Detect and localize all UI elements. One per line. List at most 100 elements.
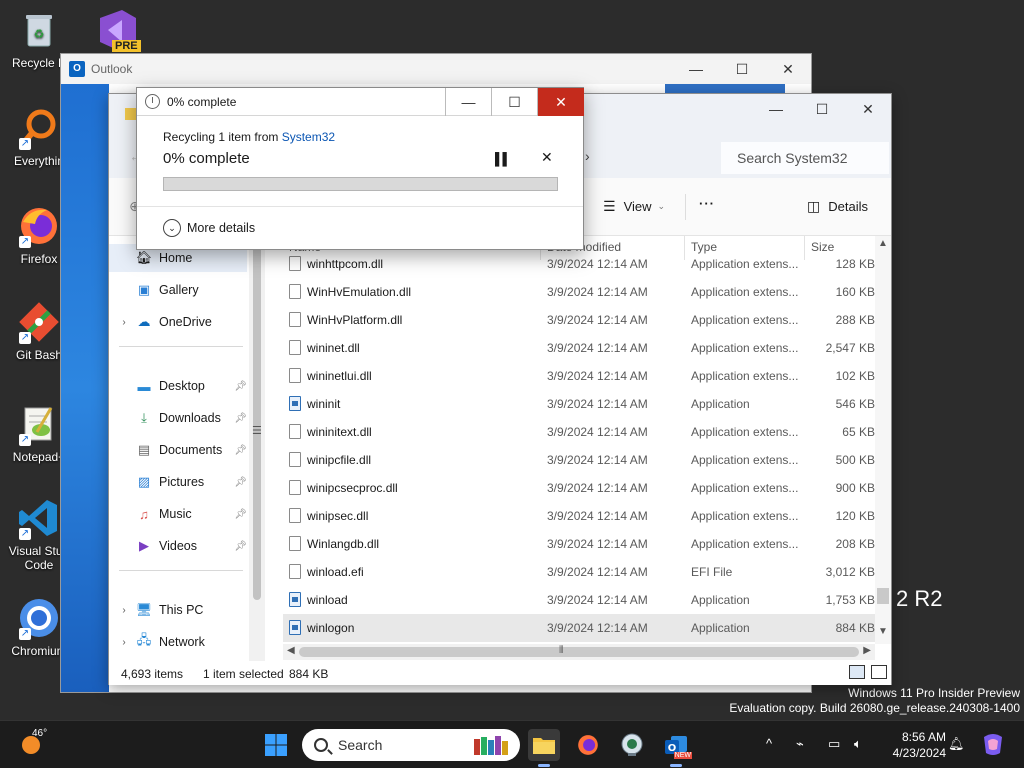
pin-icon[interactable]: 📌︎: [234, 509, 247, 520]
nav-item-music[interactable]: ♫ Music 📌︎: [109, 500, 247, 528]
taskbar-file-explorer[interactable]: [528, 729, 560, 767]
tiles-view-toggle[interactable]: [871, 665, 887, 679]
pin-icon[interactable]: 📌︎: [234, 445, 247, 456]
scroll-up-icon[interactable]: ▲: [878, 238, 888, 249]
taskbar-clock[interactable]: 8:56 AM 4/23/2024: [880, 729, 946, 761]
scroll-right-icon[interactable]: ▶: [863, 645, 871, 656]
pause-button[interactable]: ▌▌: [495, 152, 511, 166]
weather-widget[interactable]: 46°: [20, 728, 47, 756]
copilot-preview-icon[interactable]: [980, 733, 1006, 757]
table-row[interactable]: WinHvPlatform.dll 3/9/2024 12:14 AM Applic…: [283, 306, 875, 334]
outlook-maximize-button[interactable]: ☐: [719, 54, 765, 84]
outlook-close-button[interactable]: ✕: [765, 54, 811, 84]
notification-bell-icon[interactable]: 🔔︎: [948, 736, 965, 752]
file-list-vertical-scrollbar[interactable]: ▲ ▼: [875, 236, 891, 644]
taskbar-outlook[interactable]: O NEW: [660, 729, 692, 767]
table-row[interactable]: winipcfile.dll 3/9/2024 12:14 AM Applicati…: [283, 446, 875, 474]
nav-scrollbar[interactable]: ☰: [249, 236, 265, 661]
recycle-progress-dialog[interactable]: 0% complete — ☐ ✕ Recycling 1 item from …: [136, 87, 584, 250]
more-details-label: More details: [187, 221, 256, 235]
file-type: Application extens...: [691, 257, 799, 271]
explorer-close-button[interactable]: ✕: [845, 94, 891, 124]
vertical-scrollbar-thumb[interactable]: [877, 588, 889, 604]
more-options-button[interactable]: ···: [699, 196, 715, 211]
menu-lines-icon: ☰: [252, 425, 262, 437]
view-button[interactable]: ☰ View ⌄: [603, 198, 665, 215]
table-row[interactable]: Winlangdb.dll 3/9/2024 12:14 AM Applicatio…: [283, 530, 875, 558]
details-pane-button[interactable]: ◫ Details: [807, 198, 868, 215]
breadcrumb-chevron-icon[interactable]: ›: [585, 148, 590, 164]
pictures-icon: ▨: [137, 474, 151, 489]
taskbar-firefox[interactable]: [572, 729, 604, 761]
show-hidden-icons-chevron[interactable]: ^: [766, 736, 772, 751]
nav-item-videos[interactable]: ▶ Videos 📌︎: [109, 532, 247, 560]
search-input[interactable]: Search System32: [721, 142, 889, 174]
nav-item-documents[interactable]: ▤ Documents 📌︎: [109, 436, 247, 464]
expand-chevron-icon[interactable]: ›: [117, 637, 131, 648]
table-row[interactable]: winload 3/9/2024 12:14 AM Application 1,753…: [283, 586, 875, 614]
table-row[interactable]: winhttpcom.dll 3/9/2024 12:14 AM Applicati…: [283, 250, 875, 278]
network-disconnected-icon[interactable]: ⌁: [796, 736, 804, 752]
expand-chevron-icon[interactable]: ›: [117, 605, 131, 616]
table-row[interactable]: winipcsecproc.dll 3/9/2024 12:14 AM Applic…: [283, 474, 875, 502]
scroll-down-icon[interactable]: ▼: [878, 626, 888, 637]
music-icon: ♫: [139, 506, 149, 522]
source-folder-link[interactable]: System32: [282, 130, 335, 144]
application-file-icon: [289, 592, 301, 607]
expand-chevron-icon[interactable]: ›: [117, 317, 131, 328]
more-details-button[interactable]: ⌄ More details: [163, 219, 255, 237]
pin-icon[interactable]: 📌︎: [234, 541, 247, 552]
file-size: 1,753 KB: [825, 593, 875, 607]
explorer-maximize-button[interactable]: ☐: [799, 94, 845, 124]
progress-clock-icon: [145, 94, 160, 109]
taskbar-webcam-app[interactable]: [616, 729, 648, 761]
file-date: 3/9/2024 12:14 AM: [547, 453, 648, 467]
outlook-titlebar[interactable]: O Outlook — ☐ ✕: [61, 54, 811, 84]
table-row[interactable]: wininit 3/9/2024 12:14 AM Application 546 K…: [283, 390, 875, 418]
horizontal-scrollbar-thumb[interactable]: [299, 647, 859, 657]
outlook-title: Outlook: [91, 62, 133, 76]
nav-item-gallery[interactable]: ▣ Gallery: [109, 276, 247, 304]
file-date: 3/9/2024 12:14 AM: [547, 537, 648, 551]
dialog-minimize-button[interactable]: —: [446, 88, 492, 116]
nav-item-this-pc[interactable]: › 🖥︎ This PC: [109, 596, 247, 624]
table-row[interactable]: WinHvEmulation.dll 3/9/2024 12:14 AM Appli…: [283, 278, 875, 306]
details-view-toggle[interactable]: [849, 665, 865, 679]
pin-icon[interactable]: 📌︎: [234, 413, 247, 424]
outlook-minimize-button[interactable]: —: [673, 54, 719, 84]
table-row[interactable]: wininetlui.dll 3/9/2024 12:14 AM Applicati…: [283, 362, 875, 390]
pin-icon[interactable]: 📌︎: [234, 477, 247, 488]
shortcut-arrow-icon: ↗: [19, 528, 31, 540]
table-row[interactable]: winlogon 3/9/2024 12:14 AM Application 884 …: [283, 614, 875, 642]
table-row[interactable]: wininet.dll 3/9/2024 12:14 AM Application …: [283, 334, 875, 362]
display-icon[interactable]: ▭: [828, 736, 840, 752]
file-name: wininet.dll: [307, 341, 360, 355]
dialog-close-button[interactable]: ✕: [538, 88, 584, 116]
search-icon: [314, 738, 328, 752]
file-type: Application: [691, 593, 750, 607]
cancel-operation-button[interactable]: ✕: [541, 149, 553, 166]
preview-badge: PRE: [112, 40, 141, 52]
nav-item-downloads[interactable]: ⤓ Downloads 📌︎: [109, 404, 247, 432]
nav-item-pictures[interactable]: ▨ Pictures 📌︎: [109, 468, 247, 496]
nav-item-desktop[interactable]: ▬ Desktop 📌︎: [109, 372, 248, 400]
pin-icon[interactable]: 📌︎: [234, 381, 247, 392]
explorer-minimize-button[interactable]: —: [753, 94, 799, 124]
dialog-titlebar[interactable]: 0% complete — ☐ ✕: [137, 88, 584, 116]
table-row[interactable]: wininitext.dll 3/9/2024 12:14 AM Applicati…: [283, 418, 875, 446]
file-list-horizontal-scrollbar[interactable]: ◀ ⦀ ▶: [283, 644, 875, 660]
table-row[interactable]: winipsec.dll 3/9/2024 12:14 AM Application…: [283, 502, 875, 530]
taskbar-search[interactable]: Search: [302, 729, 520, 761]
volume-muted-icon[interactable]: 🔈︎: [854, 736, 862, 752]
nav-item-label: Desktop: [159, 379, 205, 393]
table-row[interactable]: winload.efi 3/9/2024 12:14 AM EFI File 3,01…: [283, 558, 875, 586]
chromium-icon: ↗: [17, 596, 61, 640]
scroll-left-icon[interactable]: ◀: [287, 645, 295, 656]
nav-scrollbar-thumb[interactable]: [253, 240, 261, 600]
nav-item-network[interactable]: › 🖧︎ Network: [109, 628, 247, 656]
start-button[interactable]: [260, 729, 292, 761]
visual-studio-preview-icon[interactable]: PRE: [92, 8, 141, 54]
dialog-maximize-button[interactable]: ☐: [492, 88, 538, 116]
nav-item-onedrive[interactable]: › ☁ OneDrive: [109, 308, 247, 336]
chevron-down-icon: ⌄: [657, 201, 666, 211]
